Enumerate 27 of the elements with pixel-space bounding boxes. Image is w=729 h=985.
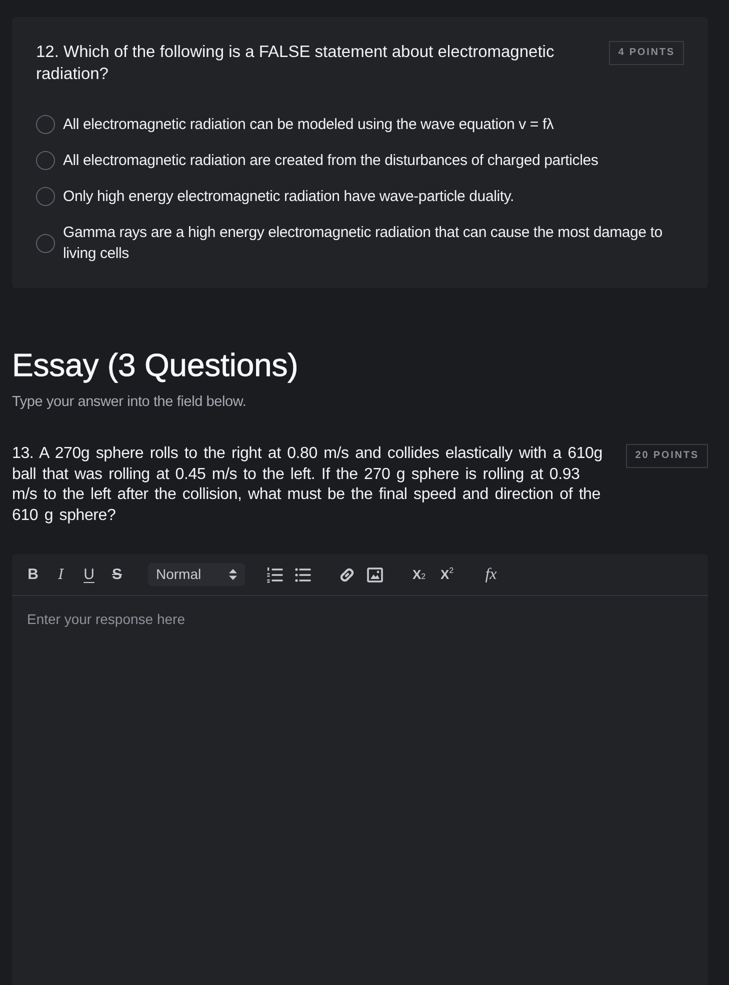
option-text: Gamma rays are a high energy electromagnetic radiation that can cause the most damage to living cells <box>63 223 663 264</box>
option-text: All electromagnetic radiation are created from the disturbances of charged particles <box>63 151 598 171</box>
points-label: 4 POINTS <box>609 41 684 65</box>
section-heading: Essay (3 Questions) <box>12 346 300 384</box>
option-text: Only high energy electromagnetic radiation have wave-particle duality. <box>63 187 514 207</box>
radio-button[interactable] <box>36 151 55 170</box>
radio-button[interactable] <box>36 234 55 252</box>
formula-button[interactable]: fx <box>477 562 505 586</box>
bullet-list-icon <box>295 566 311 582</box>
option-text: All electromagnetic radiation can be modeled using the wave equation v = fλ <box>63 115 554 135</box>
answer-field[interactable]: Enter your response here <box>12 596 708 985</box>
points-label: 20 POINTS <box>626 444 708 468</box>
image-icon <box>367 566 383 582</box>
question-text: 12. Which of the following is a FALSE statement about electromagnetic radiation? <box>36 42 556 85</box>
numbered-list-icon <box>267 566 283 582</box>
radio-button[interactable] <box>36 187 55 206</box>
strikethrough-button[interactable]: S <box>103 562 131 586</box>
link-icon <box>339 566 355 582</box>
radio-button[interactable] <box>36 115 55 134</box>
section-instructions: Type your answer into the field below. <box>12 393 248 411</box>
italic-button[interactable]: I <box>47 562 75 586</box>
question-text: 13. A 270g sphere rolls to the right at 0.80 m/s and collides elastically with a 610g ball that was rolling at 0.45 m/s to the left. If the 270 g sphere is rolling at 0.93 m/s to the left after the collision, what must be the final speed and direction of the 610 g sphere? <box>12 444 604 526</box>
underline-button[interactable]: U <box>75 562 103 586</box>
superscript-button[interactable]: X$^{2}$ <box>433 562 461 586</box>
bold-button[interactable]: B <box>19 562 47 586</box>
format-select[interactable]: Normal <box>148 563 245 586</box>
up-down-arrows-icon <box>229 569 237 580</box>
